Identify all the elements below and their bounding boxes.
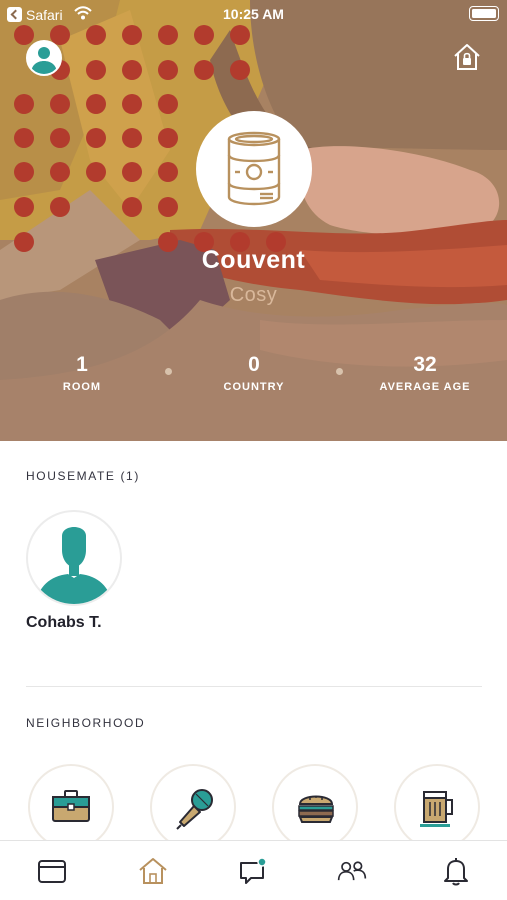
burger-icon (298, 795, 334, 823)
house-type: Cosy (229, 284, 278, 306)
stat-separator (165, 368, 172, 375)
status-time: 10:25 AM (223, 6, 284, 22)
stat-value: 1 (76, 353, 88, 376)
stat-room: 1 ROOM (12, 353, 152, 394)
stat-separator (336, 368, 343, 375)
people-icon[interactable] (337, 856, 367, 886)
user-silhouette-icon (36, 527, 112, 604)
bell-icon[interactable] (441, 856, 471, 886)
user-avatar-icon (31, 47, 57, 74)
housemate-avatar (26, 510, 122, 606)
stat-average-age: 32 AVERAGE AGE (355, 353, 495, 394)
microphone-icon (176, 789, 213, 830)
stat-label: ROOM (62, 381, 102, 393)
neighborhood-item-burger[interactable] (272, 764, 358, 850)
housemate-name: Cohabs T. (26, 614, 102, 631)
neighborhood-item-briefcase[interactable] (28, 764, 114, 850)
section-divider (26, 686, 482, 687)
neighborhood-item-microphone[interactable] (150, 764, 236, 850)
home-icon[interactable] (138, 856, 168, 886)
profile-avatar-button[interactable] (26, 40, 62, 76)
tab-bar (0, 840, 507, 900)
stat-value: 32 (413, 353, 437, 376)
house-badge (196, 111, 312, 227)
stat-label: AVERAGE AGE (379, 381, 471, 393)
stat-country: 0 COUNTRY (184, 353, 324, 394)
neighborhood-title: NEIGHBORHOOD (26, 716, 146, 730)
housemates-title: HOUSEMATE (1) (26, 469, 140, 483)
stat-label: COUNTRY (223, 381, 285, 393)
status-bar: Safari 10:25 AM (0, 0, 507, 30)
chat-icon[interactable] (238, 856, 268, 886)
housemate-card[interactable]: Cohabs T. (26, 510, 122, 631)
house-name: Couvent (201, 246, 306, 274)
card-icon[interactable] (37, 856, 67, 886)
house-header: Safari 10:25 AM Couvent Cosy 1 ROOM 0 CO… (0, 0, 507, 441)
briefcase-icon (52, 790, 90, 822)
beer-mug-icon (420, 791, 453, 827)
stat-value: 0 (248, 353, 260, 376)
home-lock-icon[interactable] (452, 42, 482, 72)
tin-can-icon (227, 131, 281, 206)
battery-icon (469, 6, 499, 21)
neighborhood-item-beer[interactable] (394, 764, 480, 850)
